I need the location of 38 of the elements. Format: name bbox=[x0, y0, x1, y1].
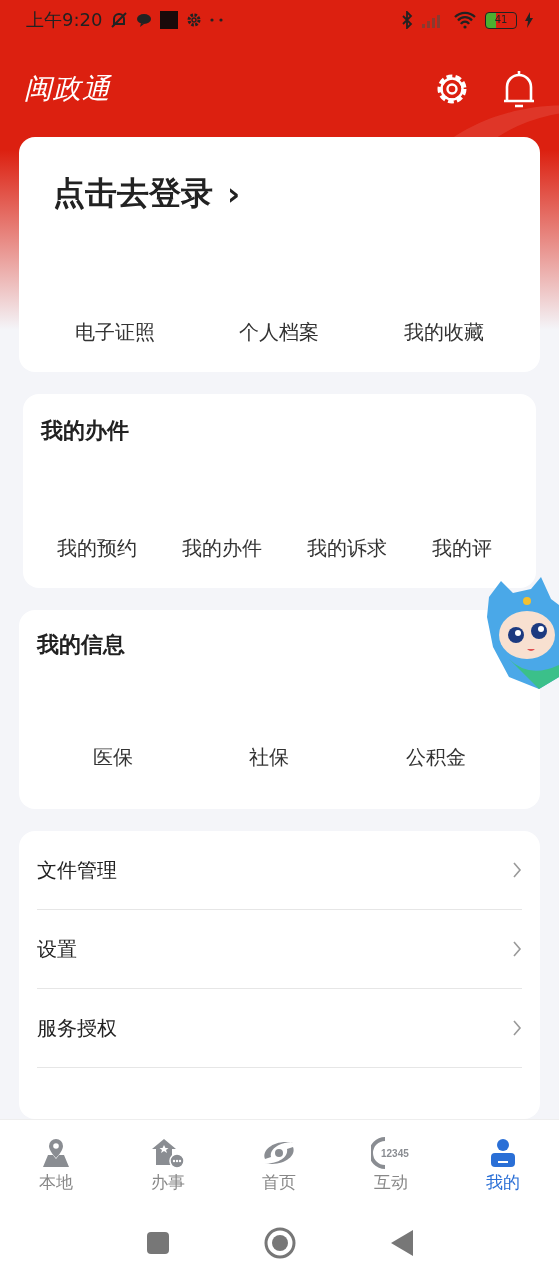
back-button-icon[interactable] bbox=[390, 1229, 413, 1256]
chevron-right-icon bbox=[512, 861, 522, 880]
charging-icon bbox=[525, 12, 533, 28]
home-button-icon[interactable] bbox=[263, 1226, 296, 1259]
notification-bell-icon[interactable] bbox=[501, 68, 537, 109]
nav-tab[interactable]: 首页 bbox=[239, 1131, 320, 1194]
shortcut-link[interactable]: 医保 bbox=[93, 744, 134, 772]
gear-icon bbox=[186, 12, 203, 28]
status-time: 上午9:20 bbox=[26, 8, 103, 32]
recents-button-icon[interactable] bbox=[146, 1231, 169, 1254]
section-title: 我的信息 bbox=[35, 630, 126, 659]
shortcut-link[interactable]: 电子证照 bbox=[75, 319, 156, 346]
muted-bell-icon bbox=[110, 11, 129, 29]
section-title: 我的办件 bbox=[39, 417, 130, 445]
shortcut-link[interactable]: 个人档案 bbox=[239, 319, 320, 346]
shortcut-link[interactable]: 公积金 bbox=[405, 744, 466, 772]
menu-item[interactable]: 文件管理 bbox=[37, 831, 522, 911]
nav-tab[interactable]: 本地 bbox=[15, 1131, 96, 1194]
shortcut-link[interactable]: 我的预约 bbox=[57, 534, 137, 562]
shortcut-link[interactable]: 我的收藏 bbox=[403, 319, 484, 346]
shortcut-link[interactable]: 社保 bbox=[249, 744, 290, 772]
nav-tab[interactable]: 办事 bbox=[127, 1131, 208, 1194]
chevron-right-icon bbox=[512, 1019, 522, 1038]
square-icon bbox=[160, 11, 179, 29]
shortcut-link[interactable]: 我的诉求 bbox=[307, 534, 387, 562]
shortcut-link[interactable]: 我的评 bbox=[432, 534, 492, 562]
login-link[interactable]: 点击去登录 › bbox=[19, 137, 540, 219]
shortcut-link[interactable]: 我的办件 bbox=[182, 534, 262, 562]
chevron-right-icon bbox=[512, 940, 522, 959]
nav-tab[interactable]: 我的 bbox=[463, 1131, 544, 1194]
dots-icon bbox=[210, 18, 225, 22]
bluetooth-icon bbox=[401, 11, 413, 29]
wifi-icon bbox=[453, 11, 477, 29]
app-logo: 闽政通 bbox=[24, 70, 113, 107]
nav-tab[interactable]: 12345 互动 bbox=[351, 1131, 432, 1194]
menu-item[interactable]: 设置 bbox=[37, 910, 522, 990]
menu-item[interactable]: 服务授权 bbox=[37, 989, 522, 1069]
chat-bubble-icon bbox=[136, 13, 153, 27]
